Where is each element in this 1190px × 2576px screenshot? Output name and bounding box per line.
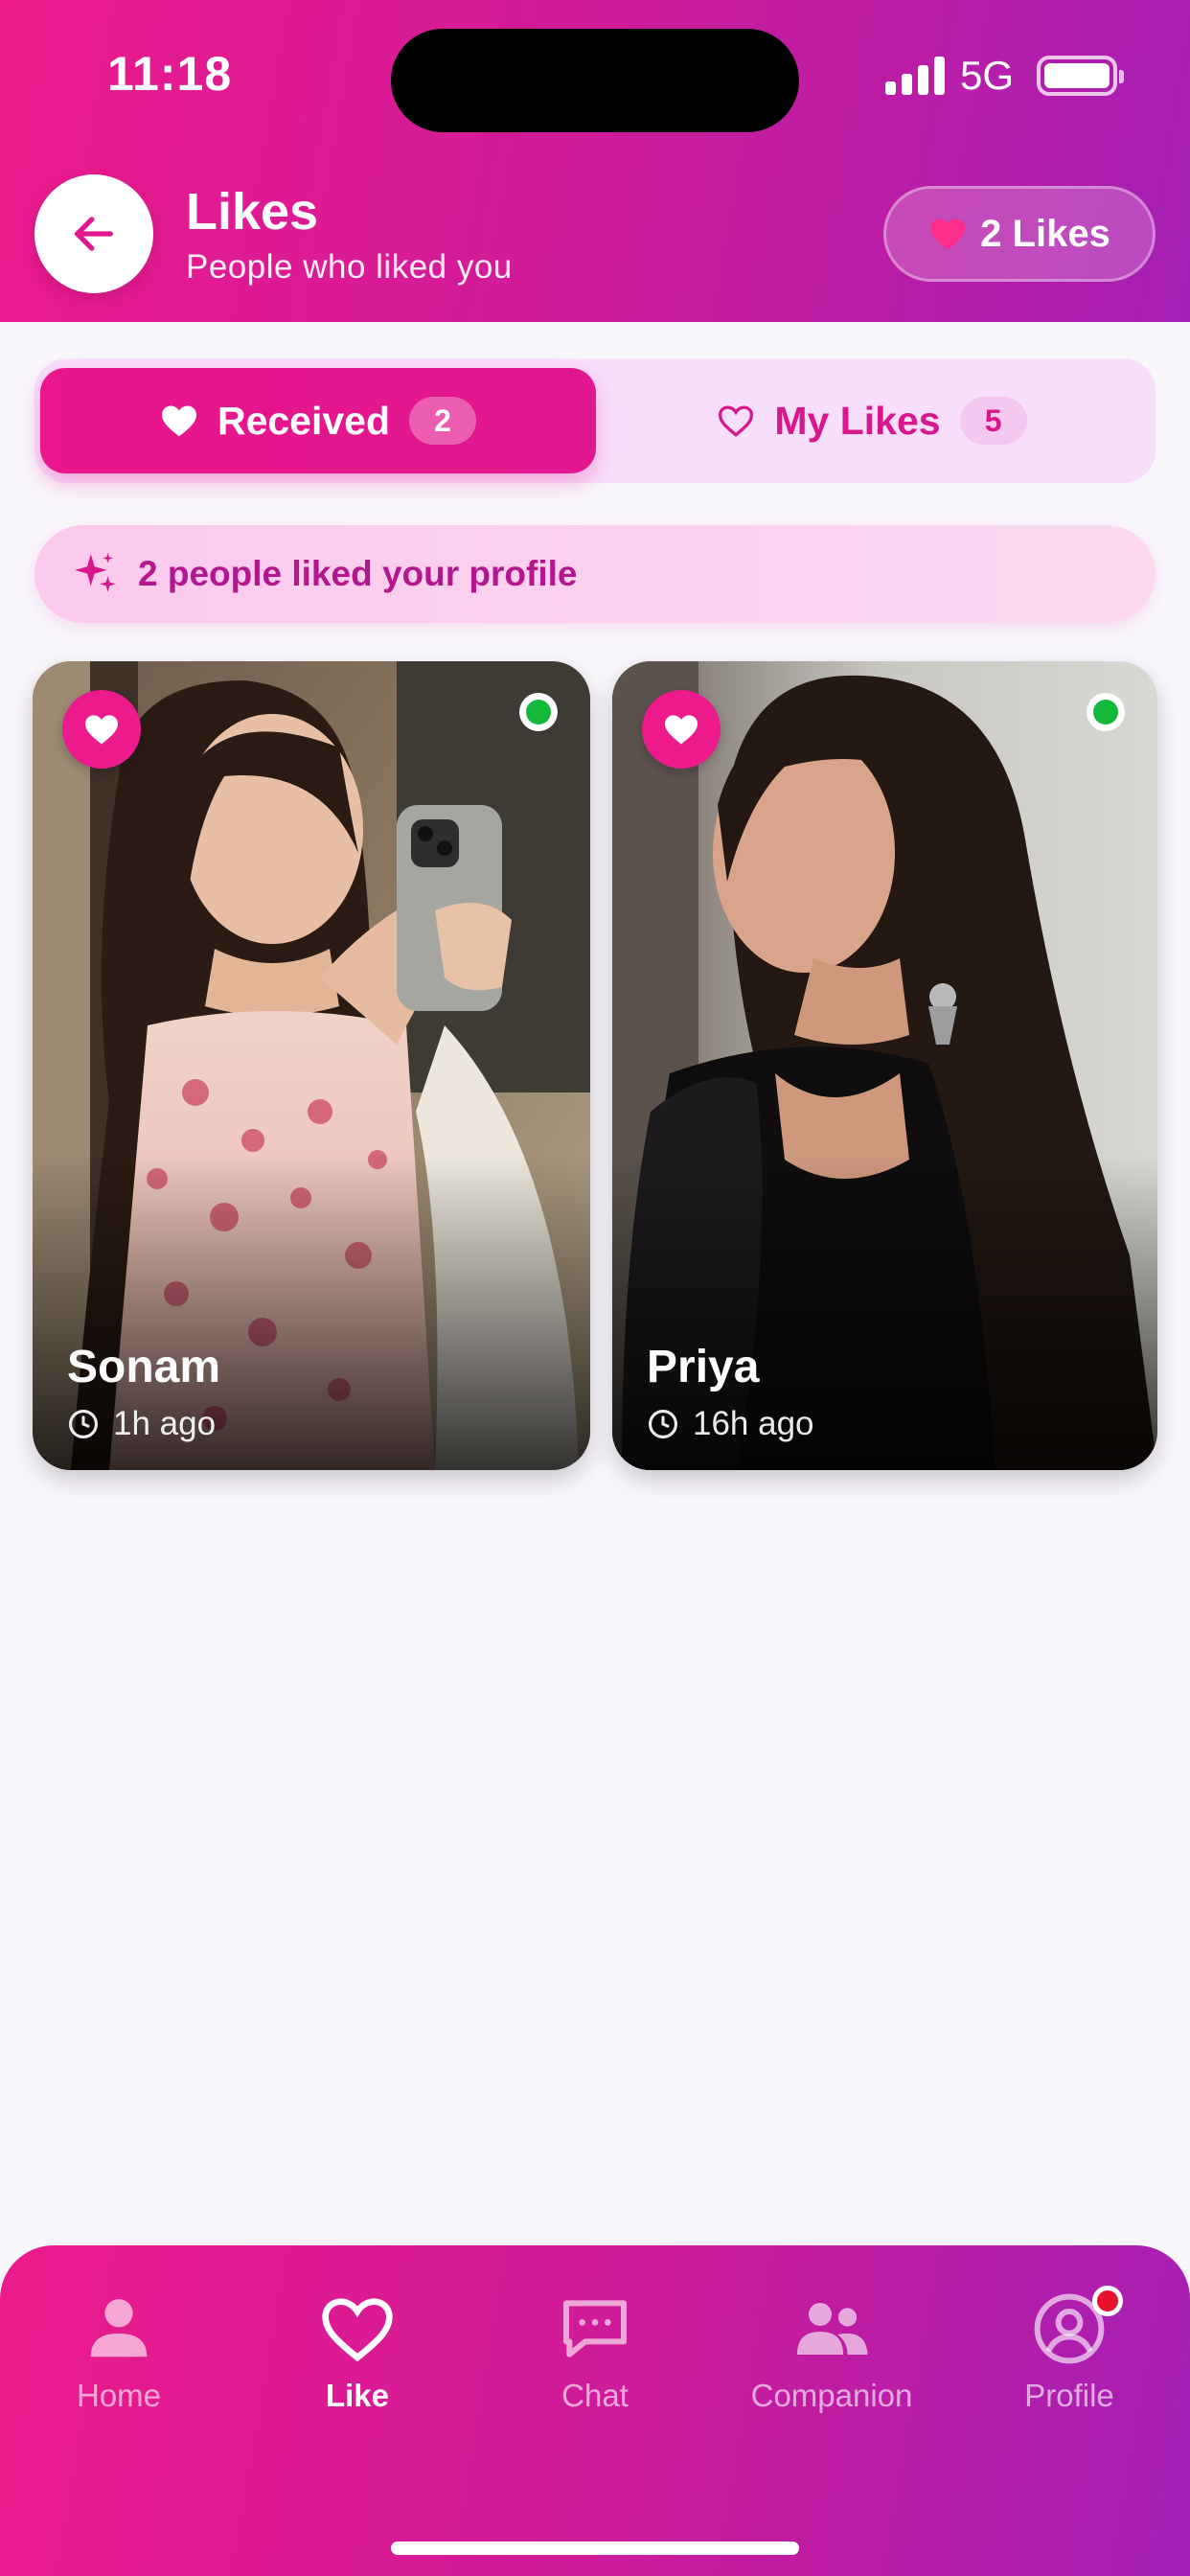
nav-companion[interactable]: Companion (726, 2286, 937, 2429)
online-status-indicator (519, 693, 558, 731)
page-title: Likes (186, 183, 319, 241)
tab-my-likes-label: My Likes (774, 398, 941, 443)
clock-icon (648, 1409, 678, 1439)
liked-time-label: 1h ago (113, 1405, 217, 1442)
battery-icon (1037, 56, 1124, 96)
page-subtitle: People who liked you (186, 248, 513, 286)
likes-tabs: Received 2 My Likes 5 (34, 358, 1156, 483)
tab-received-count: 2 (409, 397, 477, 445)
signal-icon (884, 57, 945, 95)
notification-dot (1092, 2286, 1123, 2316)
dynamic-island (391, 29, 799, 132)
tab-received[interactable]: Received 2 (40, 368, 596, 473)
liked-badge (642, 690, 721, 769)
bottom-navigation: Home Like Chat Companion Profile (0, 2245, 1190, 2576)
likes-summary-banner: 2 people liked your profile (34, 525, 1156, 623)
app-header: 11:18 5G Likes People who liked you 2 Li… (0, 0, 1190, 322)
profile-name: Sonam (67, 1342, 221, 1392)
likes-count-badge[interactable]: 2 Likes (883, 186, 1156, 282)
nav-profile-label: Profile (1024, 2378, 1114, 2413)
person-icon (90, 2299, 148, 2358)
heart-filled-icon (665, 715, 698, 745)
clock-icon (68, 1409, 99, 1439)
heart-filled-icon (930, 218, 966, 250)
online-status-indicator (1087, 693, 1125, 731)
home-indicator (391, 2542, 799, 2555)
nav-chat-label: Chat (561, 2378, 629, 2413)
nav-like-label: Like (325, 2378, 390, 2413)
tab-my-likes-count: 5 (959, 397, 1027, 445)
chat-bubble-icon (563, 2300, 627, 2358)
heart-filled-icon (85, 715, 118, 745)
back-button[interactable] (34, 174, 153, 293)
liked-time: 1h ago (67, 1405, 216, 1443)
sparkles-icon (75, 553, 116, 592)
tab-received-label: Received (217, 398, 391, 443)
nav-home-label: Home (76, 2378, 162, 2413)
people-icon (797, 2303, 868, 2355)
tab-my-likes[interactable]: My Likes 5 (594, 368, 1150, 473)
liked-badge (62, 690, 141, 769)
nav-chat[interactable]: Chat (490, 2286, 700, 2429)
arrow-left-icon (75, 217, 113, 251)
heart-outline-icon (322, 2298, 393, 2362)
profile-card-priya[interactable]: Priya 16h ago (612, 661, 1157, 1470)
heart-filled-icon (161, 405, 196, 437)
status-bar: 11:18 5G (0, 0, 1190, 144)
liked-time-label: 16h ago (693, 1405, 814, 1442)
likes-count-label: 2 Likes (980, 212, 1110, 255)
profile-name: Priya (647, 1342, 760, 1392)
nav-home[interactable]: Home (13, 2286, 224, 2429)
network-label: 5G (959, 53, 1014, 98)
status-time: 11:18 (107, 47, 233, 101)
status-indicators: 5G (884, 53, 1124, 99)
liked-time: 16h ago (647, 1405, 814, 1443)
profile-card-sonam[interactable]: Sonam 1h ago (33, 661, 590, 1470)
nav-companion-label: Companion (750, 2378, 913, 2413)
nav-profile[interactable]: Profile (964, 2286, 1175, 2429)
heart-outline-icon (719, 405, 754, 437)
nav-like[interactable]: Like (252, 2286, 463, 2429)
banner-text: 2 people liked your profile (138, 554, 578, 593)
